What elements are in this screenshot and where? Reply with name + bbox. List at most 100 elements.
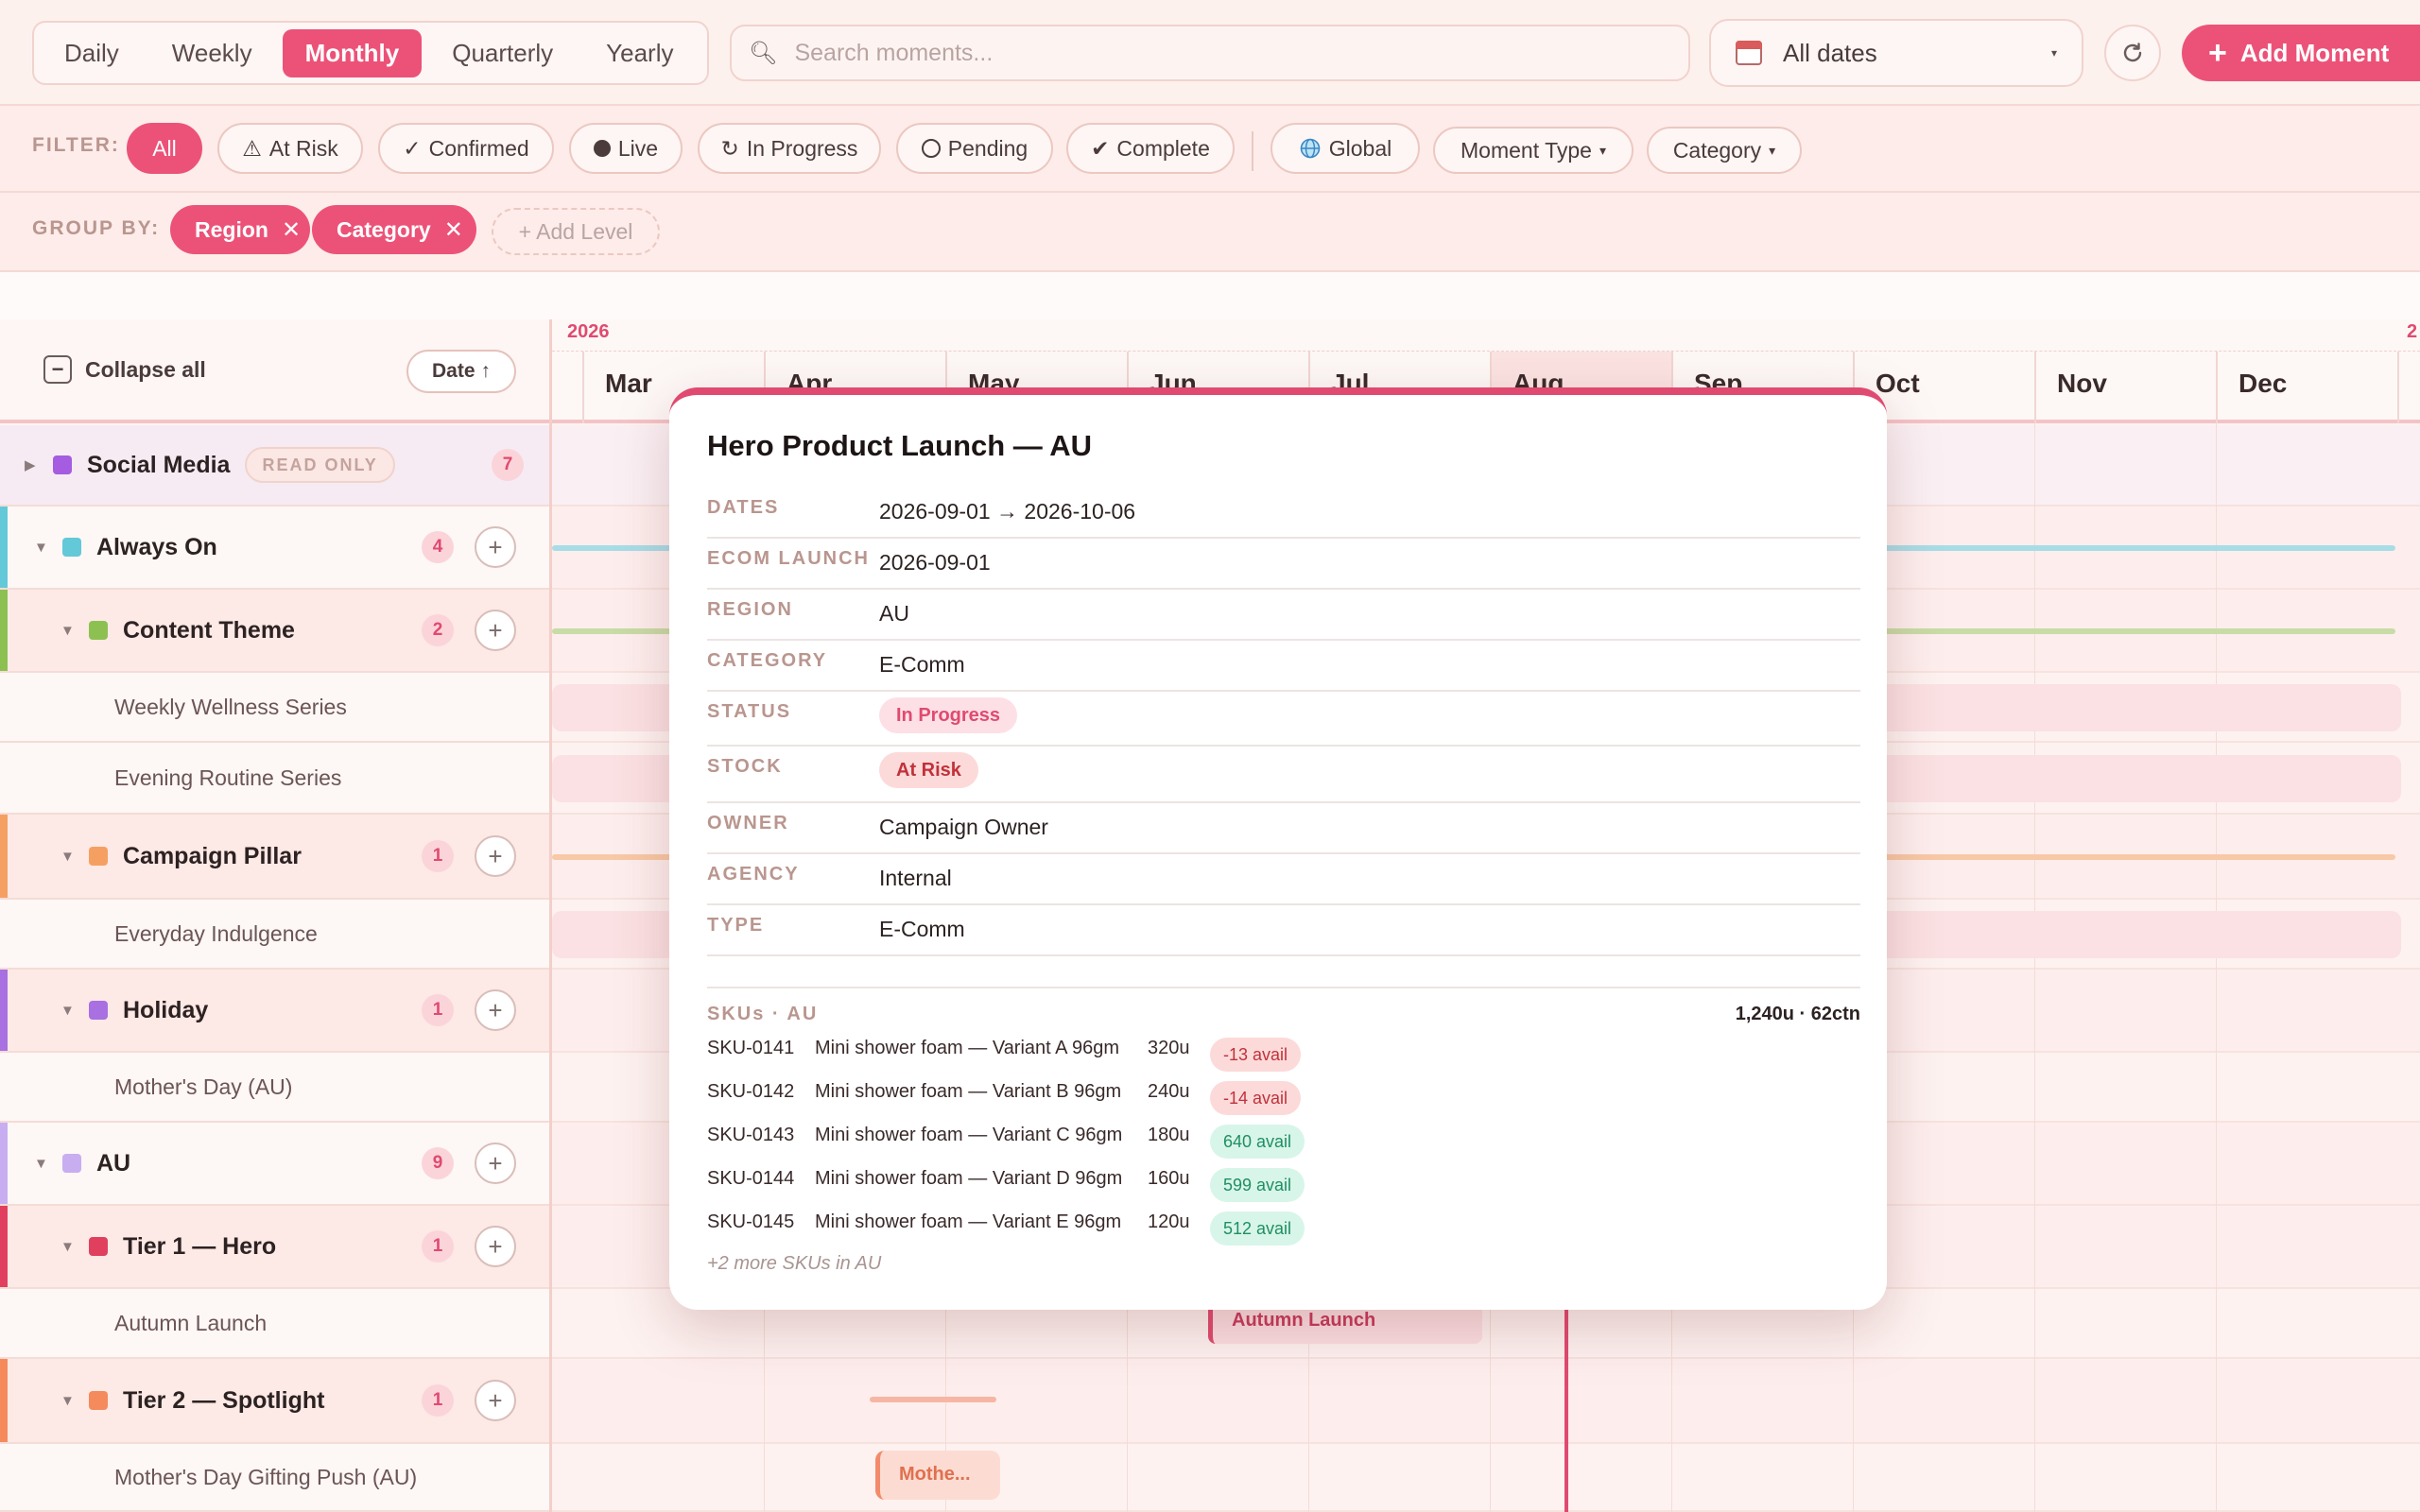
chevron-down-icon[interactable]: ▼	[60, 1003, 78, 1019]
chip-label: Complete	[1116, 135, 1210, 161]
year-strip: 2026 2	[552, 319, 2420, 352]
sku-units: 160u	[1148, 1168, 1190, 1189]
add-row-button[interactable]: +	[475, 610, 516, 651]
detail-key: AGENCY	[707, 864, 800, 885]
tree-row-tier2-spotlight[interactable]: ▼ Tier 2 — Spotlight 1 +	[0, 1359, 549, 1444]
row-label: Social Media	[87, 451, 231, 478]
group-span-line[interactable]	[870, 1397, 996, 1402]
sort-date-button[interactable]: Date ↑	[406, 350, 516, 393]
color-swatch	[89, 847, 108, 866]
add-row-button[interactable]: +	[475, 526, 516, 568]
color-swatch	[89, 1001, 108, 1020]
tree-row-content-theme[interactable]: ▼ Content Theme 2 +	[0, 590, 549, 673]
count-badge: 7	[492, 449, 524, 481]
filter-confirmed-chip[interactable]: ✓ Confirmed	[378, 123, 554, 174]
chevron-down-icon[interactable]: ▼	[60, 1239, 78, 1255]
tree-row-everyday-indulgence[interactable]: Everyday Indulgence	[0, 900, 549, 970]
filter-complete-chip[interactable]: ✔ Complete	[1066, 123, 1235, 174]
group-level-region[interactable]: Region ✕	[170, 205, 310, 254]
add-row-button[interactable]: +	[475, 1226, 516, 1267]
view-quarterly-button[interactable]: Quarterly	[429, 29, 576, 77]
filter-at-risk-chip[interactable]: ⚠ At Risk	[217, 123, 363, 174]
view-monthly-button[interactable]: Monthly	[282, 28, 423, 77]
year-label: 2026	[567, 321, 610, 342]
tree-row-tier1-hero[interactable]: ▼ Tier 1 — Hero 1 +	[0, 1206, 549, 1289]
row-label: Everyday Indulgence	[114, 920, 318, 946]
filter-pending-chip[interactable]: Pending	[896, 123, 1053, 174]
tree-row-autumn-launch[interactable]: Autumn Launch	[0, 1289, 549, 1359]
row-label: AU	[96, 1149, 131, 1177]
tree-row-mothers-day-au[interactable]: Mother's Day (AU)	[0, 1053, 549, 1123]
tree-row-campaign-pillar[interactable]: ▼ Campaign Pillar 1 +	[0, 815, 549, 900]
sku-total: 1,240u · 62ctn	[1735, 1004, 1860, 1024]
count-badge: 9	[422, 1147, 454, 1179]
detail-value: E-Comm	[879, 917, 965, 941]
sku-name: Mini shower foam — Variant B 96gm	[815, 1081, 1122, 1102]
tree-row-holiday[interactable]: ▼ Holiday 1 +	[0, 970, 549, 1053]
tree-row-au[interactable]: ▼ AU 9 +	[0, 1123, 549, 1206]
row-label: Holiday	[123, 996, 209, 1023]
chevron-right-icon[interactable]: ▶	[25, 456, 42, 473]
tree-row-social-media[interactable]: ▶ Social Media READ ONLY 7	[0, 425, 549, 507]
close-icon[interactable]: ✕	[282, 216, 301, 244]
moment-type-dropdown[interactable]: Moment Type ▾	[1433, 127, 1634, 174]
group-level-category[interactable]: Category ✕	[312, 205, 476, 254]
category-dropdown[interactable]: Category ▾	[1647, 127, 1802, 174]
search-input[interactable]	[794, 39, 1671, 67]
plus-icon: +	[2208, 35, 2227, 71]
collapse-all-button[interactable]: − Collapse all	[43, 355, 206, 384]
view-weekly-button[interactable]: Weekly	[149, 29, 275, 77]
sku-row[interactable]: SKU-0144 Mini shower foam — Variant D 96…	[707, 1160, 1860, 1202]
group-level-label: Category	[337, 216, 431, 242]
timeline-row	[552, 1359, 2420, 1444]
sku-row[interactable]: SKU-0143 Mini shower foam — Variant C 96…	[707, 1117, 1860, 1159]
chevron-down-icon[interactable]: ▼	[34, 1156, 51, 1172]
view-yearly-button[interactable]: Yearly	[583, 29, 696, 77]
view-daily-button[interactable]: Daily	[42, 29, 142, 77]
sku-row[interactable]: SKU-0145 Mini shower foam — Variant E 96…	[707, 1204, 1860, 1246]
chevron-down-icon[interactable]: ▼	[34, 540, 51, 556]
timeline-row	[552, 1444, 2420, 1512]
add-row-button[interactable]: +	[475, 835, 516, 877]
chip-label: Confirmed	[428, 135, 529, 161]
date-filter-label: All dates	[1783, 38, 1877, 67]
chevron-down-icon[interactable]: ▼	[60, 1393, 78, 1409]
sku-availability: 512 avail	[1210, 1211, 1305, 1246]
chevron-down-icon[interactable]: ▼	[60, 623, 78, 639]
add-row-button[interactable]: +	[475, 1380, 516, 1421]
add-row-button[interactable]: +	[475, 989, 516, 1031]
spacer	[0, 272, 2420, 319]
detail-value: AU	[879, 601, 909, 626]
more-skus-link[interactable]: +2 more SKUs in AU	[707, 1253, 881, 1275]
chevron-down-icon: ▾	[2050, 46, 2057, 60]
check-icon: ✔	[1091, 135, 1110, 161]
detail-key: REGION	[707, 599, 793, 620]
add-row-button[interactable]: +	[475, 1143, 516, 1184]
add-level-button[interactable]: + Add Level	[492, 208, 660, 255]
detail-key: STOCK	[707, 756, 783, 777]
sku-availability: 599 avail	[1210, 1168, 1305, 1202]
detail-row-category: CATEGORY E-Comm	[707, 641, 1860, 692]
region-global-chip[interactable]: Global	[1270, 123, 1420, 174]
chip-label: Moment Type	[1461, 137, 1592, 163]
tree-row-always-on[interactable]: ▼ Always On 4 +	[0, 507, 549, 590]
filter-live-chip[interactable]: Live	[569, 123, 683, 174]
tree-row-mothers-day-gifting[interactable]: Mother's Day Gifting Push (AU)	[0, 1444, 549, 1512]
sku-row[interactable]: SKU-0141 Mini shower foam — Variant A 96…	[707, 1030, 1860, 1072]
group-color-bar	[0, 590, 8, 671]
sku-code: SKU-0143	[707, 1125, 795, 1145]
filter-in-progress-chip[interactable]: ↻ In Progress	[698, 123, 881, 174]
tree-row-weekly-wellness[interactable]: Weekly Wellness Series	[0, 673, 549, 743]
chip-label: Live	[617, 135, 659, 161]
add-moment-button[interactable]: + Add Moment	[2182, 25, 2420, 81]
filter-all-chip[interactable]: All	[127, 123, 202, 174]
date-filter-select[interactable]: All dates ▾	[1709, 19, 2083, 87]
tree-row-evening-routine[interactable]: Evening Routine Series	[0, 743, 549, 815]
sku-row[interactable]: SKU-0142 Mini shower foam — Variant B 96…	[707, 1074, 1860, 1115]
moment-bar-mothers-day-gifting[interactable]: Mothe...	[875, 1451, 1000, 1500]
refresh-button[interactable]	[2104, 25, 2161, 81]
detail-key: STATUS	[707, 701, 792, 722]
chevron-down-icon[interactable]: ▼	[60, 849, 78, 865]
close-icon[interactable]: ✕	[444, 216, 463, 244]
detail-value: Campaign Owner	[879, 815, 1048, 839]
